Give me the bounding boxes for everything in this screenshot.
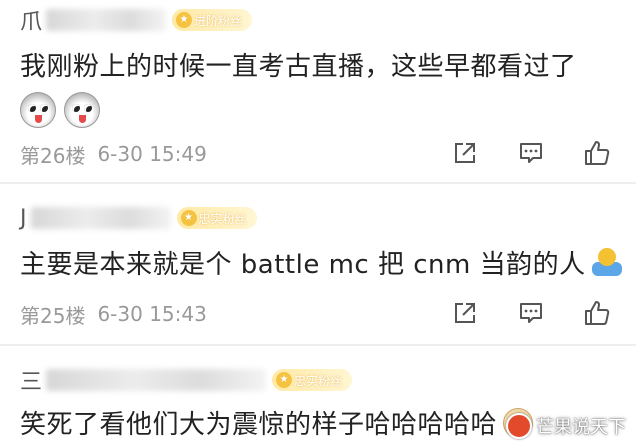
share-icon[interactable]: [450, 138, 480, 168]
fan-badge[interactable]: ★ 忠实粉丝: [272, 369, 353, 391]
fan-badge-icon: ★: [180, 210, 197, 226]
comment-text-body: 我刚粉上的时候一直考古直播，这些早都看过了: [20, 52, 577, 82]
comment-text: 笑死了看他们大为震惊的样子哈哈哈哈哈: [20, 404, 534, 441]
share-icon[interactable]: [450, 298, 480, 328]
comment-text-body: 主要是本来就是个 battle mc 把 cnm 当韵的人: [20, 250, 586, 280]
comment-item: J ★ 忠实粉丝 主要是本来就是个 battle mc 把 cnm 当韵的人 第…: [0, 186, 636, 344]
comment-emojis: [20, 92, 108, 128]
comment-text-body: 笑死了看他们大为震惊的样子哈哈哈哈哈: [20, 410, 498, 440]
fan-badge-label: 忠实粉丝: [198, 211, 247, 226]
thumbs-up-icon[interactable]: [582, 298, 612, 328]
fan-badge[interactable]: ★ 进阶粉丝: [172, 9, 253, 31]
comment-author-row: 爪 ★ 进阶粉丝: [20, 2, 253, 38]
watermark: 芒果说天下: [506, 413, 626, 439]
author-name-blurred: [46, 369, 267, 391]
husky-dog-emoji: [64, 92, 100, 128]
comment-icon[interactable]: [516, 298, 546, 328]
husky-dog-emoji: [20, 92, 56, 128]
comment-item: 爪 ★ 进阶粉丝 我刚粉上的时候一直考古直播，这些早都看过了 第26楼 6-30…: [0, 0, 636, 182]
thumbs-up-icon[interactable]: [582, 138, 612, 168]
comment-author-row: J ★ 忠实粉丝: [20, 200, 257, 236]
author-name-blurred: [30, 207, 171, 229]
comment-icon[interactable]: [516, 138, 546, 168]
floor-number: 第26楼: [20, 143, 86, 168]
author-name[interactable]: 三: [20, 364, 42, 396]
fan-badge-icon: ★: [176, 12, 193, 28]
author-name-blurred: [46, 9, 167, 31]
watermark-text: 芒果说天下: [536, 417, 626, 438]
comment-meta: 第25楼 6-30 15:43: [20, 300, 207, 328]
fan-badge-icon: ★: [276, 372, 293, 388]
shrug-emoji: [591, 247, 622, 278]
timestamp: 6-30 15:49: [97, 142, 207, 166]
comment-meta: 第26楼 6-30 15:49: [20, 140, 207, 168]
author-name[interactable]: 爪: [20, 4, 42, 36]
comment-author-row: 三 ★ 忠实粉丝: [20, 362, 353, 398]
comment-actions: [414, 138, 612, 168]
timestamp: 6-30 15:43: [97, 302, 207, 326]
fan-badge-label: 忠实粉丝: [294, 373, 343, 388]
fan-badge[interactable]: ★ 忠实粉丝: [176, 207, 257, 229]
comment-text: 主要是本来就是个 battle mc 把 cnm 当韵的人: [20, 244, 622, 281]
comment-actions: [414, 298, 612, 328]
separator: [0, 182, 636, 184]
separator: [0, 344, 636, 346]
watermark-logo-icon: [506, 413, 532, 439]
fan-badge-label: 进阶粉丝: [194, 13, 243, 28]
comment-text: 我刚粉上的时候一直考古直播，这些早都看过了: [20, 46, 577, 83]
floor-number: 第25楼: [20, 303, 86, 328]
author-name[interactable]: J: [20, 206, 27, 231]
